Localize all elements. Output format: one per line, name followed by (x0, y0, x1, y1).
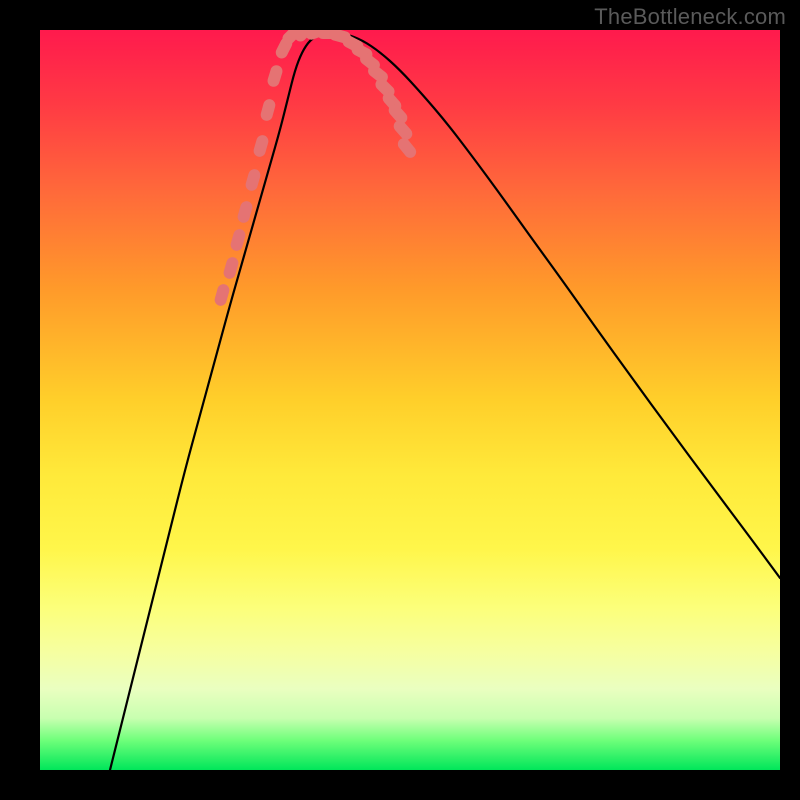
plot-area (40, 30, 780, 770)
heat-gradient-background (40, 30, 780, 770)
watermark-text: TheBottleneck.com (594, 4, 786, 30)
chart-container: TheBottleneck.com (0, 0, 800, 800)
